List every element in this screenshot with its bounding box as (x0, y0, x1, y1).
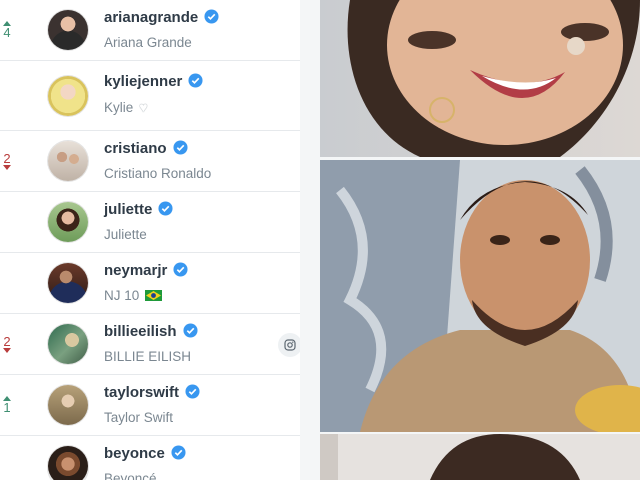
rank-down-icon (3, 348, 11, 353)
list-item[interactable]: beyonce Beyoncé (0, 436, 300, 480)
display-name: Beyoncé (104, 471, 157, 480)
instagram-icon[interactable] (278, 333, 300, 357)
verified-badge-icon (171, 445, 186, 460)
list-item[interactable]: 2 cristiano Cristiano Ronaldo (0, 131, 300, 192)
username[interactable]: beyonce (104, 445, 186, 462)
rank-down-icon (3, 165, 11, 170)
avatar-image (48, 446, 88, 480)
username[interactable]: neymarjr (104, 262, 188, 279)
white-heart-icon: ♥ (139, 99, 148, 115)
display-name: Taylor Swift (104, 410, 174, 425)
display-name: Juliette (104, 227, 147, 242)
list-item[interactable]: 4 arianagrande Ariana Grande (0, 0, 300, 61)
avatar[interactable] (48, 385, 88, 425)
verified-badge-icon (204, 9, 219, 24)
verified-badge-icon (185, 384, 200, 399)
verified-badge-icon (173, 262, 188, 277)
avatar[interactable] (48, 10, 88, 50)
photo-tile[interactable] (320, 0, 640, 157)
avatar[interactable] (48, 202, 88, 242)
photo-column (320, 0, 640, 480)
list-item[interactable]: 1 taylorswift Taylor Swift (0, 375, 300, 436)
photo-tile[interactable] (320, 160, 640, 432)
avatar[interactable] (48, 263, 88, 303)
portrait-image (320, 434, 640, 480)
username[interactable]: arianagrande (104, 9, 219, 26)
rank-change: 2 (0, 152, 14, 170)
username[interactable]: billieeilish (104, 323, 198, 340)
list-item[interactable]: kyliejenner Kylie ♥ (0, 61, 300, 131)
list-item[interactable]: 2 billieeilish BILLIE EILISH (0, 314, 300, 375)
list-item[interactable]: juliette Juliette (0, 192, 300, 253)
username[interactable]: cristiano (104, 140, 188, 157)
rank-change: 2 (0, 335, 14, 353)
rank-change: 1 (0, 396, 14, 414)
avatar[interactable] (48, 324, 88, 364)
verified-badge-icon (173, 140, 188, 155)
username[interactable]: kyliejenner (104, 73, 203, 90)
portrait-image (320, 160, 640, 432)
avatar[interactable] (48, 75, 88, 116)
display-name: Ariana Grande (104, 35, 192, 50)
brazil-flag-icon (145, 290, 163, 301)
display-name: NJ 10 (104, 288, 163, 303)
ranking-list: 4 arianagrande Ariana Grande kyliejenner… (0, 0, 300, 480)
instagram-glyph-icon (284, 339, 296, 351)
rank-change: 4 (0, 21, 14, 39)
verified-badge-icon (188, 73, 203, 88)
avatar[interactable] (48, 141, 88, 181)
display-name: BILLIE EILISH (104, 349, 192, 364)
list-item[interactable]: neymarjr NJ 10 (0, 253, 300, 314)
display-name: Kylie ♥ (104, 99, 148, 115)
portrait-image (347, 0, 640, 157)
display-name: Cristiano Ronaldo (104, 166, 212, 181)
photo-tile[interactable] (320, 434, 640, 480)
username[interactable]: taylorswift (104, 384, 200, 401)
username[interactable]: juliette (104, 201, 173, 218)
verified-badge-icon (158, 201, 173, 216)
verified-badge-icon (183, 323, 198, 338)
